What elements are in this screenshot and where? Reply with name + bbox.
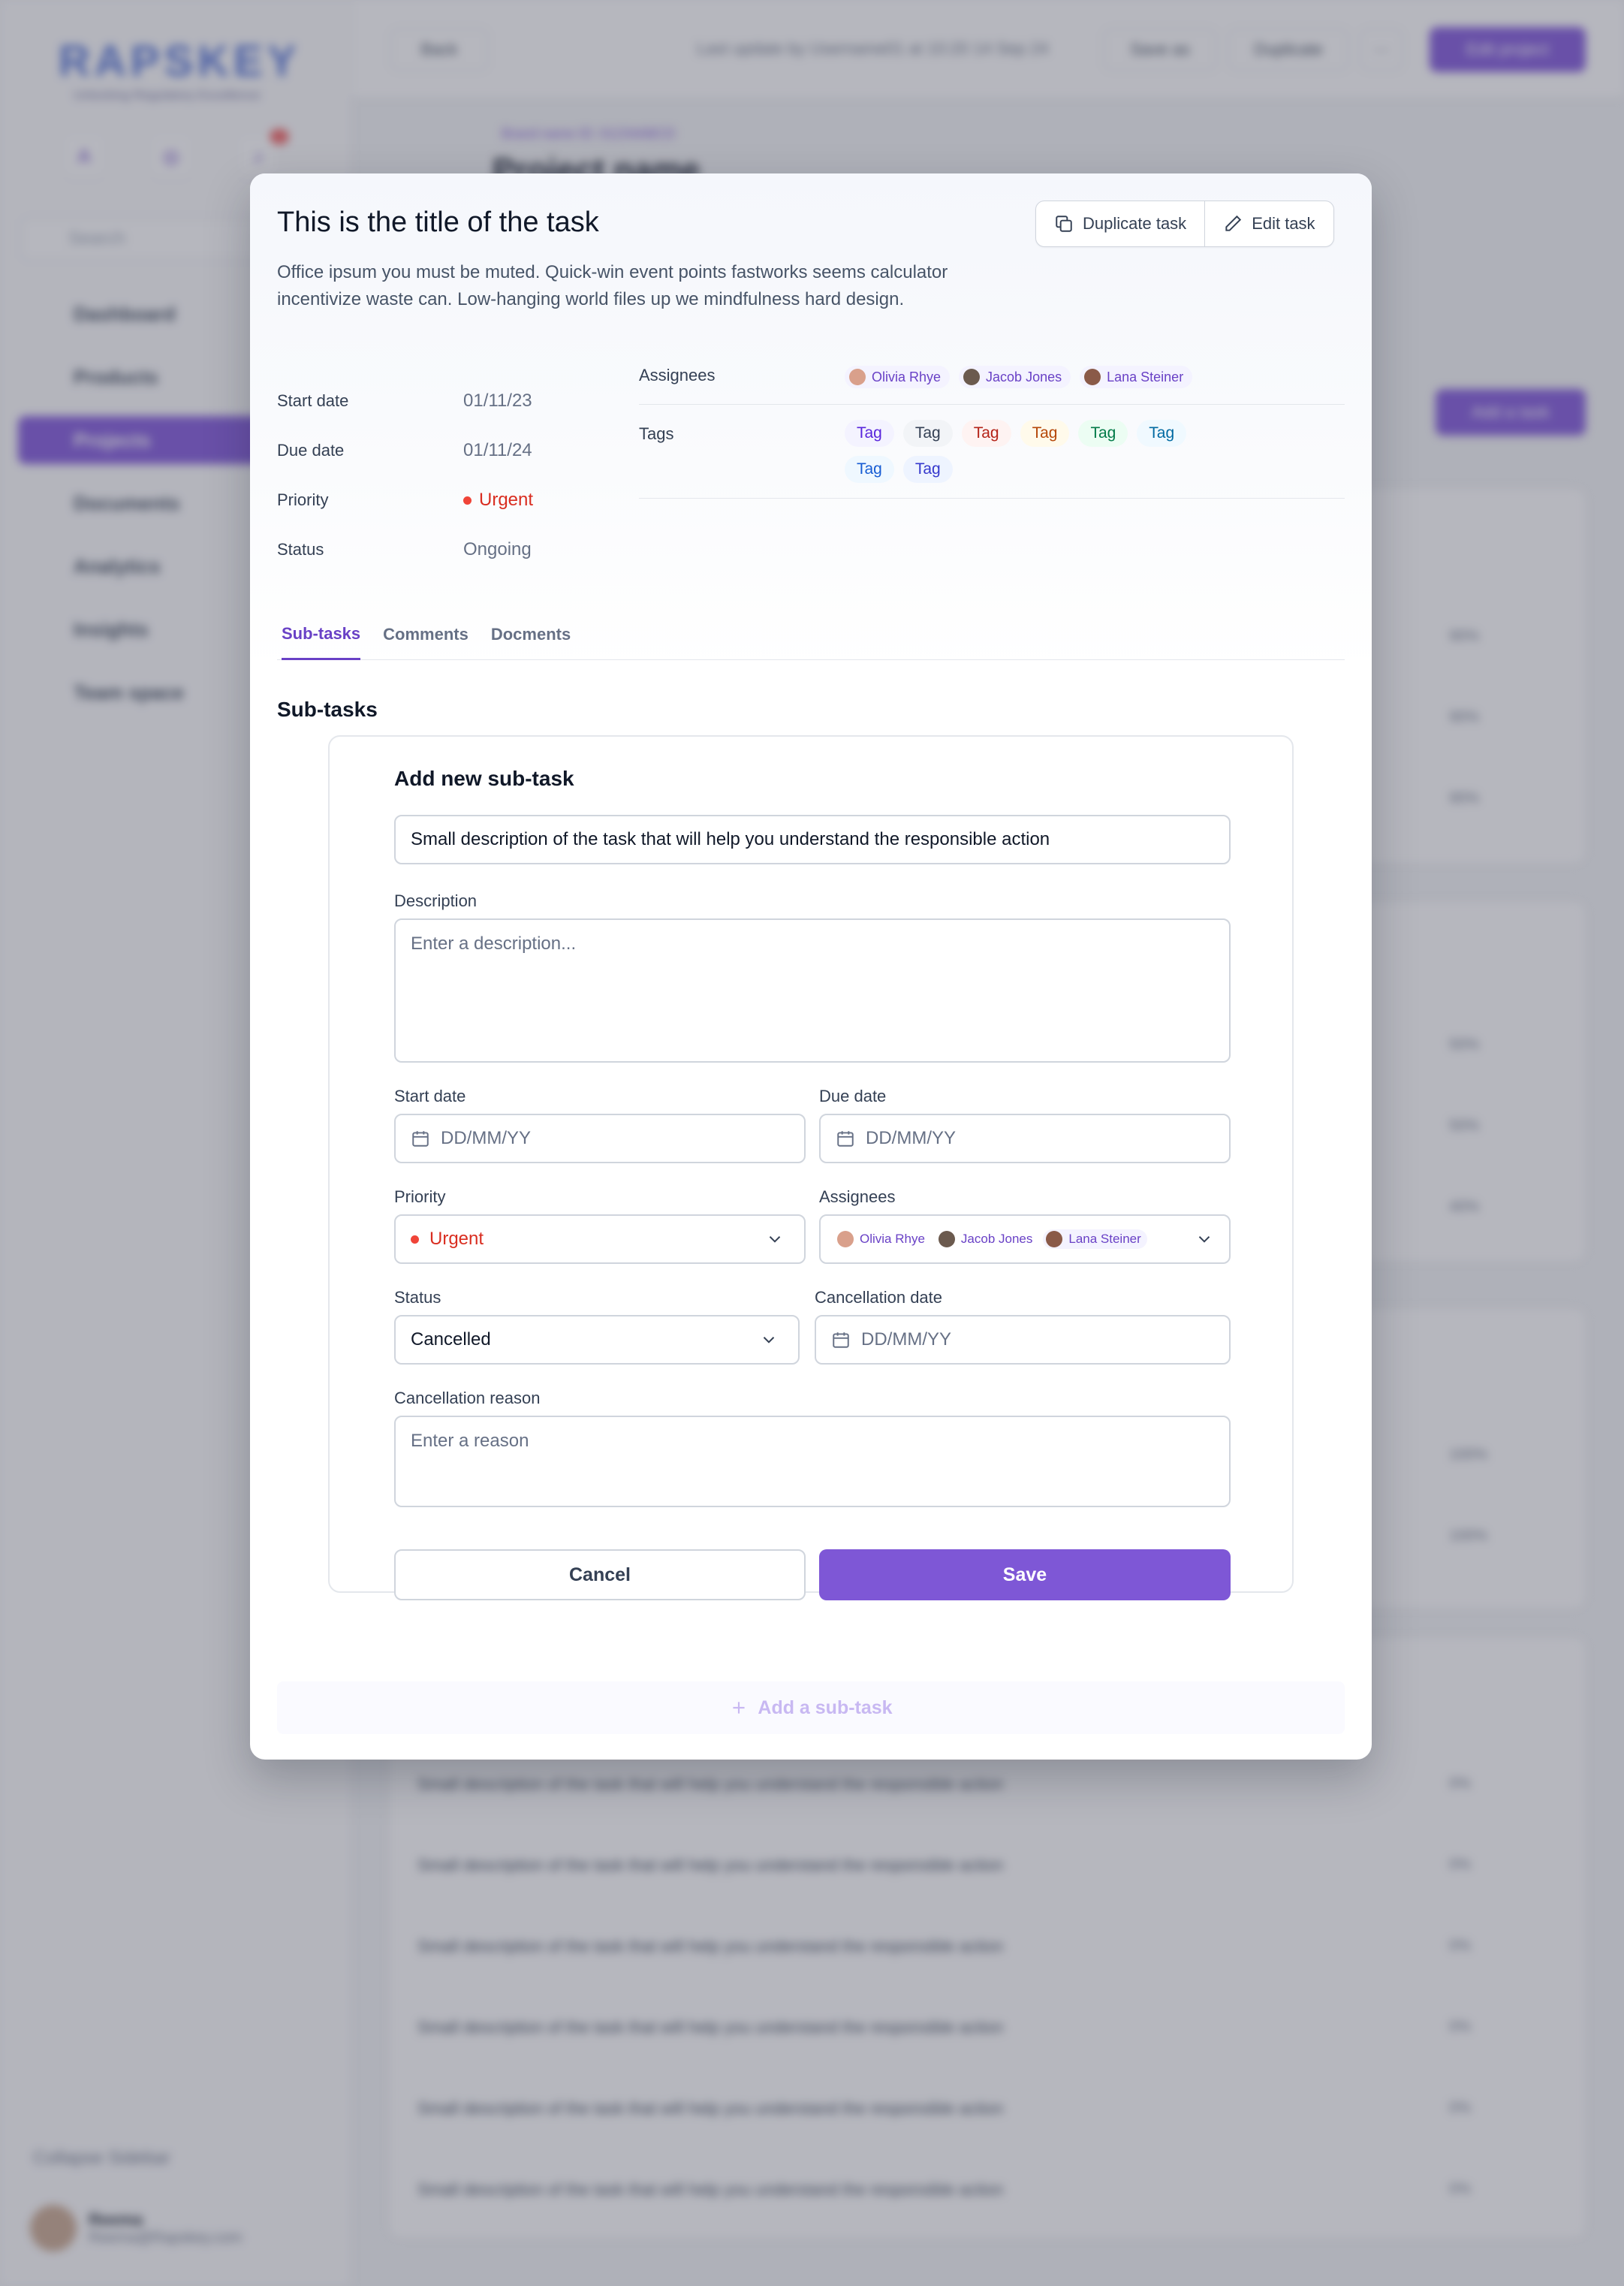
assignee-name: Jacob Jones	[960, 1232, 1033, 1246]
due-date-placeholder: DD/MM/YY	[866, 1128, 956, 1148]
task-description: Office ipsum you must be muted. Quick-wi…	[277, 262, 948, 309]
tag-chip[interactable]: Tag	[902, 420, 953, 447]
start-date-input[interactable]: DD/MM/YY	[394, 1114, 806, 1163]
tag-chip[interactable]: Tag	[845, 456, 894, 483]
duplicate-task-button[interactable]: Duplicate task	[1036, 201, 1204, 246]
avatar	[1046, 1231, 1063, 1247]
form-title: Add new sub-task	[394, 767, 574, 790]
urgent-dot-icon	[411, 1235, 419, 1244]
chevron-down-icon	[763, 1337, 775, 1344]
assignee-chip[interactable]: Lana Steiner	[1080, 366, 1193, 388]
meta-label: Start date	[277, 391, 349, 410]
meta-status: Status Ongoing	[277, 525, 592, 575]
task-title: This is the title of the task	[277, 207, 599, 238]
tab-documents[interactable]: Docments	[491, 609, 571, 660]
tag-chip[interactable]: Tag	[902, 456, 953, 483]
meta-value: Ongoing	[463, 539, 532, 559]
due-date-input[interactable]: DD/MM/YY	[819, 1114, 1231, 1163]
save-button[interactable]: Save	[819, 1549, 1231, 1600]
tag-chip[interactable]: Tag	[961, 420, 1011, 447]
edit-task-label: Edit task	[1252, 214, 1315, 233]
assignee-chip[interactable]: Olivia Rhye	[834, 1229, 928, 1249]
meta-value: 01/11/24	[463, 440, 532, 460]
task-meta: Start date 01/11/23 Due date 01/11/24 Pr…	[277, 376, 592, 575]
cancel-button[interactable]: Cancel	[394, 1549, 806, 1600]
status-select-value: Cancelled	[411, 1329, 491, 1350]
subtask-title-input[interactable]: Small description of the task that will …	[394, 815, 1231, 864]
due-date-label: Due date	[819, 1087, 887, 1105]
calendar-icon	[412, 1131, 429, 1147]
description-textarea[interactable]: Enter a description...	[394, 918, 1231, 1063]
calendar-icon	[833, 1332, 849, 1348]
calendar-icon	[837, 1131, 854, 1147]
assignee-name: Lana Steiner	[1068, 1232, 1141, 1246]
priority-select[interactable]: Urgent	[394, 1214, 806, 1264]
cancellation-reason-label: Cancellation reason	[394, 1389, 541, 1407]
subtasks-heading: Sub-tasks	[277, 698, 378, 721]
add-subtask-label: Add a sub-task	[758, 1696, 893, 1718]
assignee-chip[interactable]: Olivia Rhye	[845, 366, 951, 388]
pencil-icon	[1225, 215, 1242, 231]
assignee-chips: Olivia Rhye Jacob Jones Lana Steiner	[845, 366, 1295, 388]
tag-chip[interactable]: Tag	[1020, 420, 1070, 447]
priority-select-value: Urgent	[429, 1229, 484, 1249]
assignees-select[interactable]: Olivia Rhye Jacob Jones Lana Steiner	[819, 1214, 1231, 1264]
start-date-placeholder: DD/MM/YY	[441, 1128, 531, 1148]
meta-value: 01/11/23	[463, 391, 532, 411]
meta-priority: Priority Urgent	[277, 475, 592, 525]
assignee-name: Lana Steiner	[1107, 369, 1184, 385]
duplicate-task-label: Duplicate task	[1083, 214, 1187, 233]
assignee-chip[interactable]: Lana Steiner	[1043, 1229, 1147, 1249]
meta-start-date: Start date 01/11/23	[277, 376, 592, 426]
assignee-name: Jacob Jones	[986, 369, 1062, 385]
tag-chip[interactable]: Tag	[1137, 420, 1187, 447]
avatar	[963, 369, 981, 385]
assignees-label: Assignees	[639, 366, 716, 385]
tab-sub-tasks[interactable]: Sub-tasks	[282, 609, 361, 660]
task-detail-modal: This is the title of the task Duplicate …	[250, 173, 1372, 1760]
assignees-row: Assignees Olivia Rhye Jacob Jones Lana S…	[639, 366, 1345, 405]
cancellation-date-label: Cancellation date	[815, 1288, 943, 1307]
tag-list: Tag Tag Tag Tag Tag Tag Tag Tag	[845, 420, 1205, 483]
status-label: Status	[394, 1288, 441, 1307]
plus-icon	[733, 1702, 745, 1714]
avatar	[1084, 369, 1101, 385]
avatar	[837, 1231, 854, 1247]
avatar	[849, 369, 866, 385]
tag-chip[interactable]: Tag	[1078, 420, 1128, 447]
avatar	[938, 1231, 955, 1247]
priority-label: Priority	[394, 1187, 446, 1206]
copy-icon	[1056, 216, 1072, 232]
urgent-dot-icon	[463, 496, 472, 505]
task-actions: Duplicate task Edit task	[1035, 201, 1334, 247]
tags-label: Tags	[639, 424, 674, 443]
add-subtask-button[interactable]: Add a sub-task	[277, 1681, 1345, 1734]
cancellation-date-placeholder: DD/MM/YY	[861, 1329, 951, 1350]
start-date-label: Start date	[394, 1087, 466, 1105]
tags-row: Tags Tag Tag Tag Tag Tag Tag Tag Tag	[639, 405, 1345, 499]
status-select[interactable]: Cancelled	[394, 1315, 800, 1365]
chevron-down-icon	[769, 1236, 781, 1243]
assignee-chip[interactable]: Jacob Jones	[959, 366, 1071, 388]
assignees-field-label: Assignees	[819, 1187, 896, 1206]
assignee-name: Olivia Rhye	[860, 1232, 925, 1246]
meta-label: Status	[277, 540, 324, 559]
meta-label: Due date	[277, 441, 345, 460]
edit-task-button[interactable]: Edit task	[1204, 201, 1333, 246]
description-label: Description	[394, 891, 478, 910]
priority-value: Urgent	[463, 490, 533, 511]
add-subtask-form: Add new sub-task Small description of th…	[328, 735, 1294, 1600]
chevron-down-icon	[1198, 1236, 1210, 1243]
cancellation-date-input[interactable]: DD/MM/YY	[815, 1315, 1231, 1365]
cancellation-reason-textarea[interactable]: Enter a reason	[394, 1416, 1231, 1507]
task-tabs: Sub-tasks Comments Docments	[277, 609, 1345, 660]
priority-text: Urgent	[479, 490, 534, 510]
tag-chip[interactable]: Tag	[845, 420, 894, 447]
task-people-tags: Assignees Olivia Rhye Jacob Jones Lana S…	[639, 366, 1345, 499]
assignee-name: Olivia Rhye	[872, 369, 942, 385]
meta-due-date: Due date 01/11/24	[277, 426, 592, 475]
tab-comments[interactable]: Comments	[383, 609, 469, 660]
meta-label: Priority	[277, 490, 329, 509]
assignee-chip[interactable]: Jacob Jones	[936, 1229, 1035, 1249]
